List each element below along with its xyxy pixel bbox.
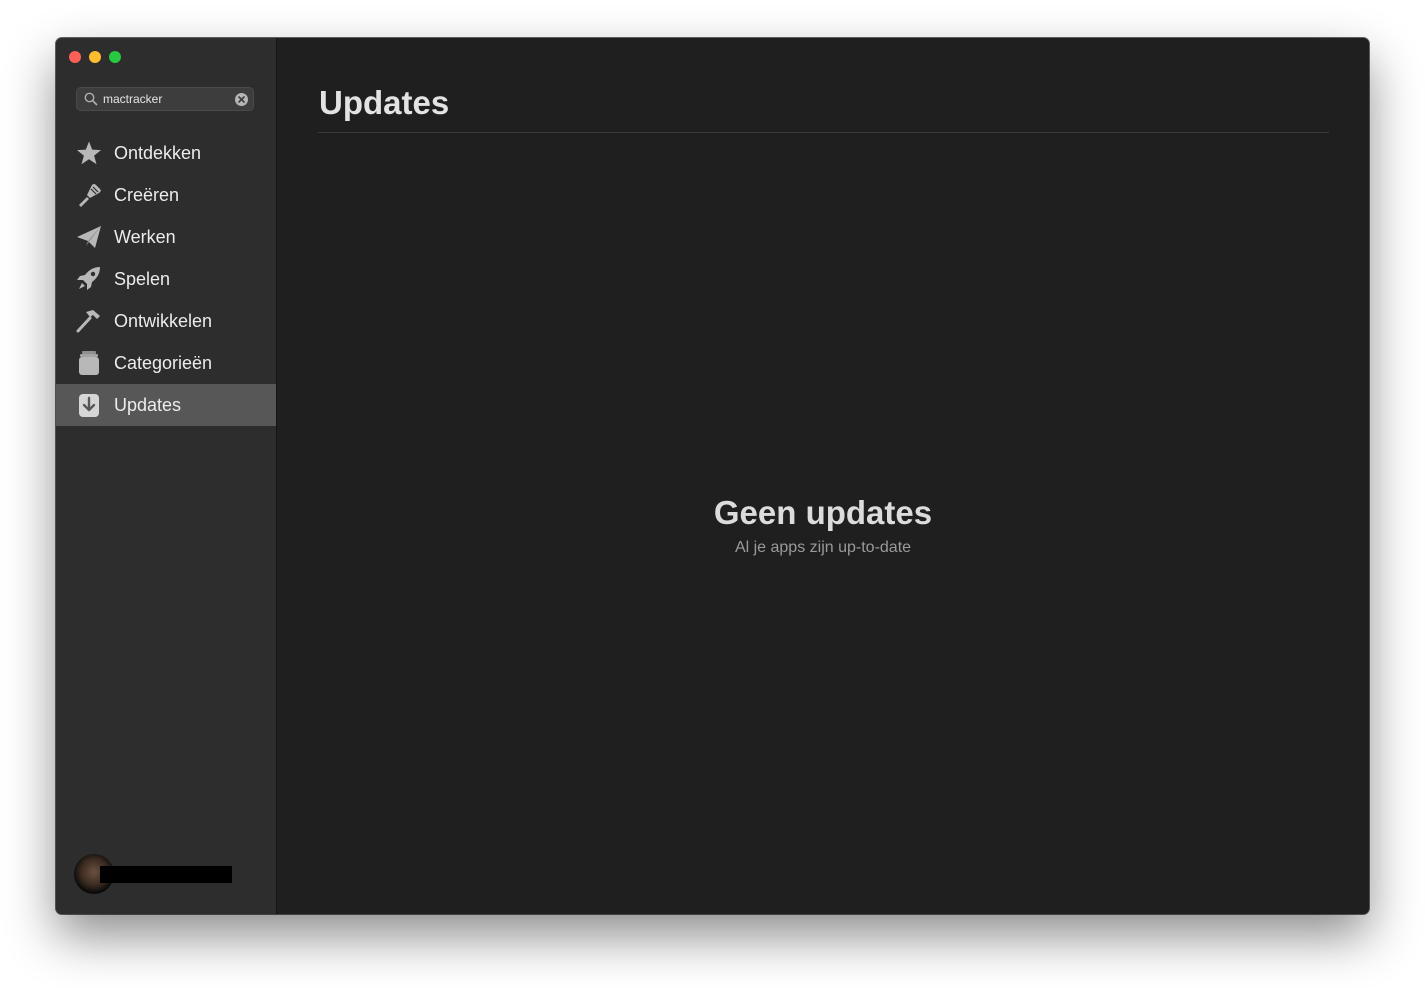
sidebar: Ontdekken Creëren Werken xyxy=(56,38,277,914)
search-icon xyxy=(84,92,98,106)
brush-icon xyxy=(79,184,101,207)
sidebar-item-label: Spelen xyxy=(114,269,171,289)
rocket-icon xyxy=(77,267,100,290)
search-field[interactable] xyxy=(76,87,254,111)
sidebar-item-label: Ontdekken xyxy=(114,143,202,163)
star-icon xyxy=(77,141,101,165)
minimize-button[interactable] xyxy=(89,51,101,63)
main-content: Updates Geen updates Al je apps zijn up-… xyxy=(277,38,1369,914)
close-button[interactable] xyxy=(69,51,81,63)
sidebar-item-ontdekken[interactable]: Ontdekken xyxy=(56,132,276,174)
zoom-button[interactable] xyxy=(109,51,121,63)
sidebar-item-ontwikkelen[interactable]: Ontwikkelen xyxy=(56,300,276,342)
sidebar-item-label: Categorieën xyxy=(114,353,213,373)
sidebar-item-creeren[interactable]: Creëren xyxy=(56,174,276,216)
page-title: Updates xyxy=(319,84,450,121)
app-store-window: Ontdekken Creëren Werken xyxy=(56,38,1369,914)
title-divider xyxy=(318,132,1329,133)
sidebar-item-label: Updates xyxy=(114,395,182,415)
sidebar-item-label: Creëren xyxy=(114,185,180,205)
sidebar-item-categorieen[interactable]: Categorieën xyxy=(56,342,276,384)
sidebar-nav: Ontdekken Creëren Werken Spelen Ontwikke… xyxy=(56,132,276,426)
account-button[interactable] xyxy=(74,854,234,894)
account-name-redacted xyxy=(100,866,232,883)
sidebar-item-updates[interactable]: Updates xyxy=(56,384,276,426)
sidebar-item-spelen[interactable]: Spelen xyxy=(56,258,276,300)
search-input[interactable] xyxy=(103,90,231,108)
sidebar-item-label: Werken xyxy=(114,227,176,247)
sidebar-item-label: Ontwikkelen xyxy=(114,311,213,331)
hammer-icon xyxy=(76,310,100,333)
empty-state-subtitle: Al je apps zijn up-to-date xyxy=(734,539,912,556)
updates-icon xyxy=(79,394,99,417)
empty-state-title: Geen updates xyxy=(713,494,933,531)
window-controls xyxy=(69,51,121,63)
empty-state: Geen updates Al je apps zijn up-to-date xyxy=(277,494,1369,557)
stack-icon xyxy=(79,351,99,375)
paper-plane-icon xyxy=(77,226,101,248)
sidebar-item-werken[interactable]: Werken xyxy=(56,216,276,258)
clear-icon[interactable] xyxy=(235,93,248,106)
